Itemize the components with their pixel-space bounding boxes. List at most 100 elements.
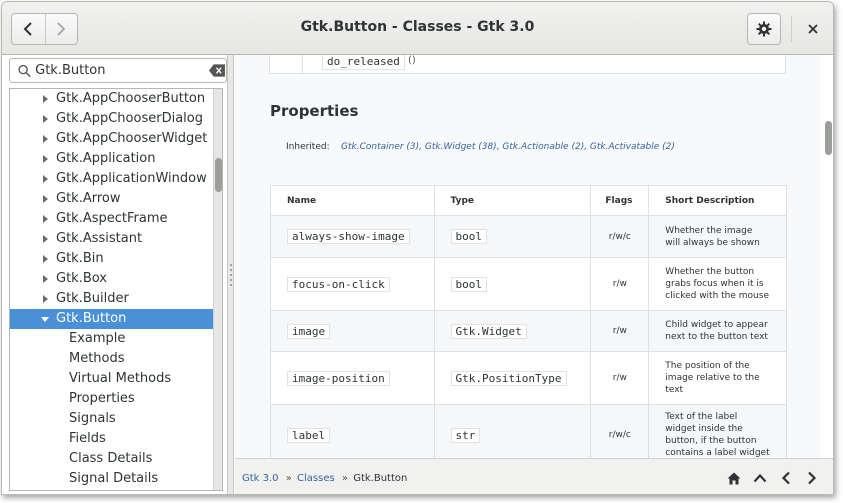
- expander-closed-icon[interactable]: [40, 169, 52, 189]
- property-name[interactable]: image: [287, 323, 331, 339]
- tree-item-label: Fields: [69, 431, 106, 446]
- tree-item[interactable]: Gtk.AspectFrame: [10, 209, 222, 229]
- up-button[interactable]: [751, 469, 769, 487]
- expander-closed-icon[interactable]: [40, 229, 52, 249]
- tree-item[interactable]: Gtk.Application: [10, 149, 222, 169]
- tree-item-label: Gtk.ApplicationWindow: [56, 171, 207, 186]
- property-type[interactable]: Gtk.PositionType: [450, 370, 567, 386]
- gear-icon: [756, 21, 772, 37]
- expander-closed-icon[interactable]: [40, 269, 52, 289]
- tree-child-item[interactable]: Fields: [10, 429, 222, 449]
- property-type-cell: str: [433, 404, 592, 458]
- breadcrumb-separator: »: [341, 473, 349, 484]
- next-button[interactable]: [803, 469, 821, 487]
- expander-closed-icon[interactable]: [40, 149, 52, 169]
- properties-table: Name Type Flags Short Description always…: [270, 185, 787, 458]
- property-name-cell: focus-on-click: [270, 257, 435, 311]
- property-name-cell: image-position: [270, 351, 435, 405]
- property-description: The position of the image relative to th…: [648, 351, 787, 405]
- close-button[interactable]: [800, 16, 826, 42]
- property-name-cell: label: [270, 404, 435, 458]
- property-flags: r/w/c: [590, 404, 650, 458]
- grip-dot: [230, 279, 232, 281]
- breadcrumb: Gtk 3.0 » Classes » Gtk.Button: [242, 473, 407, 484]
- inherited-links[interactable]: Gtk.Container (3), Gtk.Widget (38), Gtk.…: [341, 142, 675, 152]
- tree-item[interactable]: Gtk.ApplicationWindow: [10, 169, 222, 189]
- search-icon: [18, 64, 31, 77]
- property-type[interactable]: bool: [450, 229, 488, 244]
- documentation-view: do_released () Properties Inherited: Gtk…: [235, 55, 820, 458]
- tree-item[interactable]: Gtk.Builder: [10, 289, 222, 309]
- property-flags: r/w/c: [590, 215, 650, 258]
- previous-button[interactable]: [777, 469, 795, 487]
- property-name[interactable]: image-position: [287, 370, 390, 386]
- menu-button[interactable]: [747, 13, 781, 45]
- content-scrollbar-thumb[interactable]: [825, 121, 832, 155]
- property-type-cell: Gtk.PositionType: [433, 351, 592, 405]
- next-icon: [808, 471, 817, 485]
- tree-item[interactable]: Gtk.Box: [10, 269, 222, 289]
- sidebar-scrollbar[interactable]: [213, 89, 222, 490]
- property-type-cell: Gtk.Widget: [433, 310, 592, 352]
- tree-item[interactable]: Gtk.Bin: [10, 249, 222, 269]
- expander-closed-icon[interactable]: [40, 89, 52, 109]
- tree-item-label: Gtk.Builder: [56, 291, 129, 306]
- class-tree: Gtk.AppChooserButton Gtk.AppChooserDialog…: [9, 88, 223, 491]
- sidebar-scrollbar-thumb[interactable]: [215, 158, 222, 192]
- search-box: [9, 58, 227, 83]
- expander-closed-icon[interactable]: [40, 189, 52, 209]
- page-navigation: [725, 469, 821, 487]
- content-scrollbar[interactable]: [820, 55, 833, 458]
- table-row: image-position Gtk.PositionType r/w The pos…: [270, 351, 787, 405]
- tree-child-item[interactable]: Properties: [10, 389, 222, 409]
- tree-item[interactable]: Gtk.AppChooserWidget: [10, 129, 222, 149]
- breadcrumb-link[interactable]: Gtk 3.0: [242, 473, 279, 484]
- column-header: Name: [270, 185, 435, 216]
- breadcrumb-link[interactable]: Classes: [297, 473, 335, 484]
- property-type[interactable]: str: [450, 427, 481, 443]
- property-flags: r/w: [590, 310, 650, 352]
- expander-closed-icon[interactable]: [40, 109, 52, 129]
- tree-child-item[interactable]: Class Details: [10, 449, 222, 469]
- sidebar: Gtk.AppChooserButton Gtk.AppChooserDialog…: [2, 55, 227, 494]
- home-button[interactable]: [725, 469, 743, 487]
- tree-item[interactable]: Gtk.AppChooserButton: [10, 89, 222, 109]
- expander-closed-icon[interactable]: [40, 249, 52, 269]
- tree-item-label: Gtk.AppChooserWidget: [56, 131, 208, 146]
- tree-item-label: Gtk.Application: [56, 151, 156, 166]
- tree-child-item[interactable]: Signals: [10, 409, 222, 429]
- property-type[interactable]: Gtk.Widget: [450, 323, 527, 339]
- tree-child-item[interactable]: Virtual Methods: [10, 369, 222, 389]
- inherited-label: Inherited:: [286, 142, 330, 152]
- tree-item[interactable]: Gtk.AppChooserDialog: [10, 109, 222, 129]
- tree-item[interactable]: Gtk.Assistant: [10, 229, 222, 249]
- property-name[interactable]: focus-on-click: [287, 276, 390, 292]
- property-name[interactable]: always-show-image: [287, 229, 410, 244]
- tree-item-label: Virtual Methods: [69, 371, 172, 386]
- search-input[interactable]: [35, 63, 194, 78]
- property-name-cell: image: [270, 310, 435, 352]
- table-row: focus-on-click bool r/w Whether the button …: [270, 257, 787, 311]
- expander-open-icon[interactable]: [40, 309, 52, 329]
- grip-dot: [230, 284, 232, 286]
- tree-child-item[interactable]: Example: [10, 329, 222, 349]
- pane-separator[interactable]: [227, 55, 234, 494]
- clear-icon[interactable]: [209, 64, 226, 77]
- tree-item-label: Gtk.Bin: [56, 251, 104, 266]
- expander-closed-icon[interactable]: [40, 289, 52, 309]
- property-type-cell: bool: [433, 215, 592, 258]
- tree-child-item[interactable]: Signal Details: [10, 469, 222, 489]
- column-header: Short Description: [648, 185, 787, 216]
- expander-closed-icon[interactable]: [40, 129, 52, 149]
- method-link[interactable]: do_released: [322, 55, 405, 70]
- property-name-cell: always-show-image: [270, 215, 435, 258]
- tree-item[interactable]: Gtk.Arrow: [10, 189, 222, 209]
- tree-item-label: Gtk.Arrow: [56, 191, 121, 206]
- tree-item[interactable]: Gtk.Button: [10, 309, 222, 329]
- property-name[interactable]: label: [287, 427, 331, 443]
- tree-item-label: Example: [69, 331, 126, 346]
- expander-closed-icon[interactable]: [40, 209, 52, 229]
- tree-child-item[interactable]: Methods: [10, 349, 222, 369]
- property-type[interactable]: bool: [450, 276, 488, 292]
- tree-item-label: Methods: [69, 351, 125, 366]
